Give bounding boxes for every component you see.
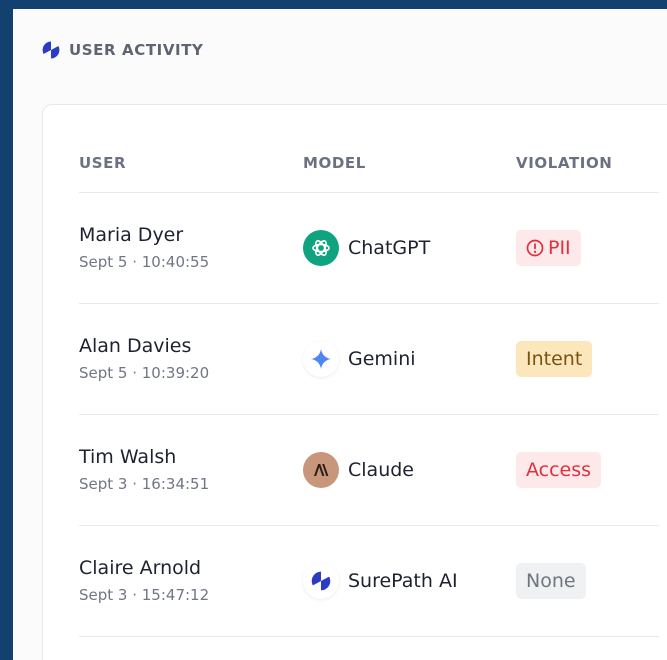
activity-timestamp: Sept 3 · 16:34:51 bbox=[79, 475, 210, 493]
model-name: SurePath AI bbox=[348, 570, 458, 592]
alert-circle-icon bbox=[526, 239, 544, 257]
column-header-user[interactable]: USER bbox=[79, 154, 126, 172]
model-cell: Gemini bbox=[303, 341, 416, 377]
model-name: Gemini bbox=[348, 348, 416, 370]
claude-icon bbox=[303, 452, 339, 488]
violation-label: Intent bbox=[526, 348, 583, 370]
user-name: Tim Walsh bbox=[79, 446, 177, 468]
column-header-model[interactable]: MODEL bbox=[303, 154, 366, 172]
user-name: Claire Arnold bbox=[79, 557, 202, 579]
column-header-violation[interactable]: VIOLATION bbox=[516, 154, 612, 172]
activity-table: USER MODEL VIOLATION Maria Dyer Sept 5 ·… bbox=[42, 104, 667, 660]
table-row[interactable]: Claire Arnold Sept 3 · 15:47:12 SurePath… bbox=[43, 526, 667, 636]
activity-timestamp: Sept 5 · 10:40:55 bbox=[79, 253, 210, 271]
surepath-logo-icon bbox=[42, 41, 60, 59]
model-cell: Claude bbox=[303, 452, 414, 488]
model-cell: SurePath AI bbox=[303, 563, 458, 599]
violation-badge-pii[interactable]: PII bbox=[516, 230, 581, 266]
table-row[interactable]: Maria Dyer Sept 5 · 10:40:55 ChatGPT PII bbox=[43, 193, 667, 303]
activity-timestamp: Sept 3 · 15:47:12 bbox=[79, 586, 210, 604]
user-name: Alan Davies bbox=[79, 335, 192, 357]
violation-label: None bbox=[526, 570, 576, 592]
violation-badge-access[interactable]: Access bbox=[516, 452, 602, 488]
panel-header: USER ACTIVITY bbox=[41, 39, 204, 61]
page-title: USER ACTIVITY bbox=[69, 41, 204, 59]
activity-timestamp: Sept 5 · 10:39:20 bbox=[79, 364, 210, 382]
violation-badge-none[interactable]: None bbox=[516, 563, 586, 599]
table-row[interactable]: Tim Walsh Sept 3 · 16:34:51 Claude Acces… bbox=[43, 415, 667, 525]
chatgpt-icon bbox=[303, 230, 339, 266]
user-activity-panel: USER ACTIVITY USER MODEL VIOLATION Maria… bbox=[13, 9, 667, 660]
surepath-icon bbox=[303, 563, 339, 599]
model-name: Claude bbox=[348, 459, 414, 481]
gemini-sparkle-icon bbox=[303, 341, 339, 377]
violation-label: Access bbox=[526, 459, 592, 481]
row-divider bbox=[79, 636, 659, 637]
table-row[interactable]: Alan Davies Sept 5 · 10:39:20 Gemini Int… bbox=[43, 304, 667, 414]
model-cell: ChatGPT bbox=[303, 230, 430, 266]
user-name: Maria Dyer bbox=[79, 224, 184, 246]
model-name: ChatGPT bbox=[348, 237, 431, 259]
violation-badge-intent[interactable]: Intent bbox=[516, 341, 593, 377]
violation-label: PII bbox=[548, 237, 571, 259]
